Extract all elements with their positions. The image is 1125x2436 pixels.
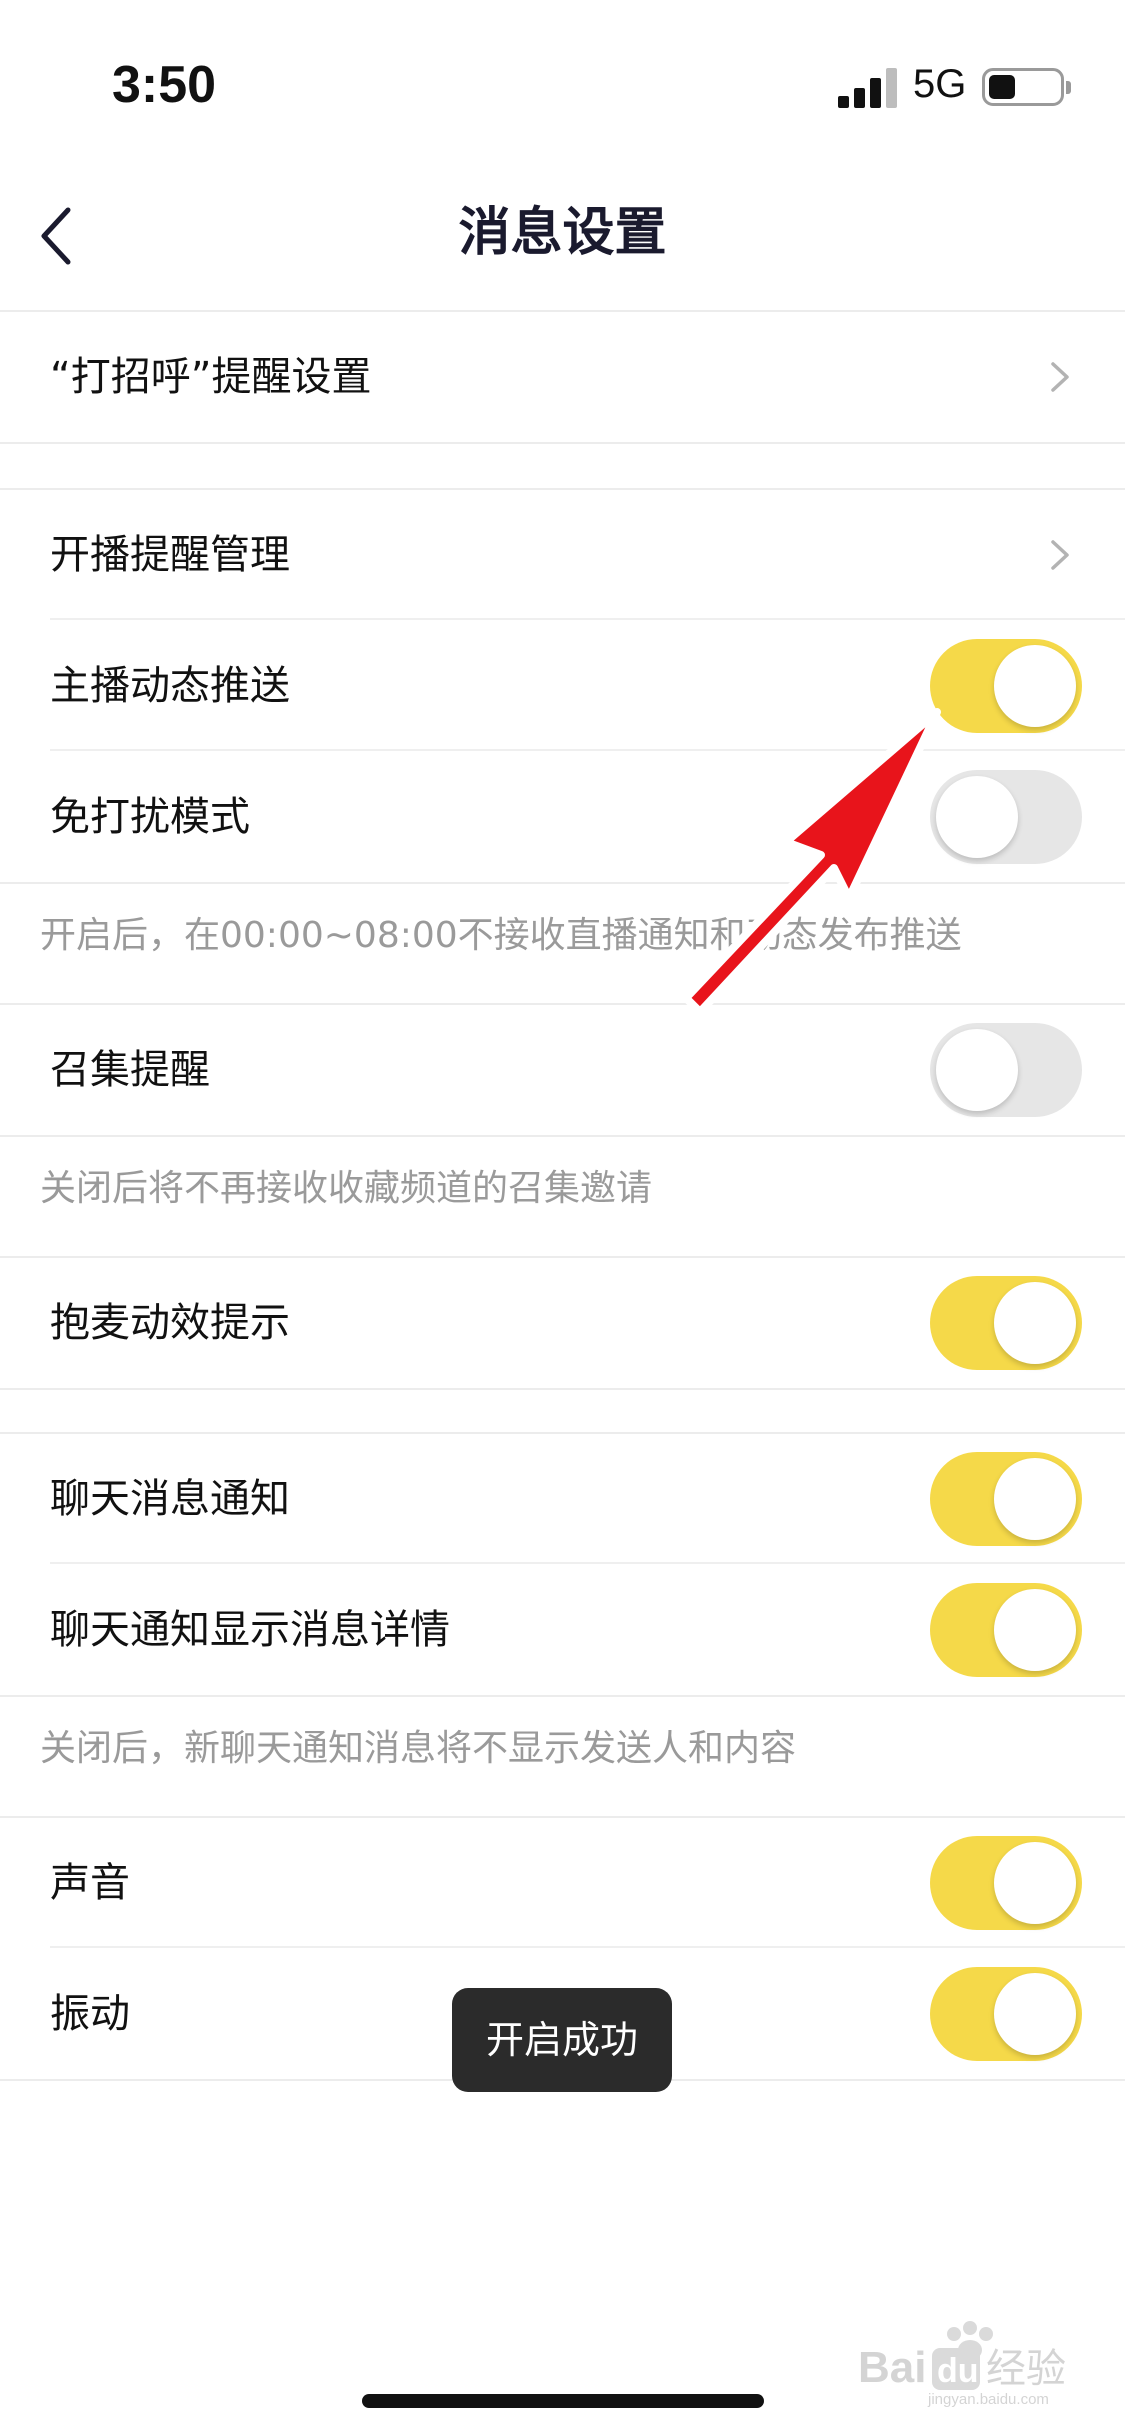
svg-text:Bai: Bai [858,2343,926,2392]
svg-text:du: du [937,2352,979,2390]
svg-text:jingyan.baidu.com: jingyan.baidu.com [927,2391,1049,2408]
annotation-arrow-icon [682,708,941,1016]
home-indicator[interactable] [362,2394,764,2408]
svg-text:经验: 经验 [986,2346,1066,2392]
baidu-watermark-icon: Bai du 经验 jingyan.baidu.com [858,2321,1066,2408]
